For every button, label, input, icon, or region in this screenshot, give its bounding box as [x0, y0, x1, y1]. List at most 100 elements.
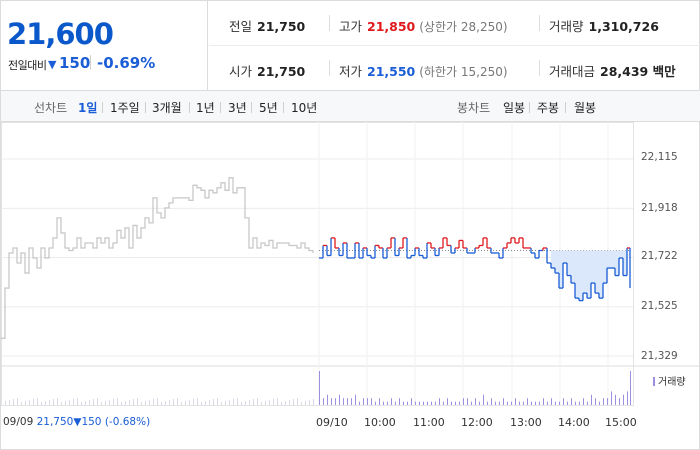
volume-bar — [563, 398, 564, 405]
volume-bar-prev — [161, 402, 162, 405]
volume-bar-prev — [109, 400, 110, 405]
volume-bar — [519, 401, 520, 405]
volume-bar — [343, 398, 344, 405]
volume-bar-prev — [157, 398, 158, 405]
divider — [220, 102, 221, 113]
volume-bar — [591, 394, 592, 405]
tab-period-5y[interactable]: 5년 — [259, 99, 278, 116]
price-summary: 21,600 전일대비 ▼ 150 -0.69% 전일 21,750 고가 21,8… — [1, 1, 700, 91]
volume-bar-prev — [233, 399, 234, 405]
volume-bar — [555, 401, 556, 405]
volume-bar-prev — [69, 400, 70, 405]
volume-bar — [335, 398, 336, 405]
tab-period-3y[interactable]: 3년 — [228, 99, 247, 116]
line-chart-label: 선차트 — [34, 101, 68, 115]
divider — [90, 55, 91, 70]
volume-bar-prev — [17, 398, 18, 405]
volume-bar — [383, 401, 384, 405]
volume-bar-prev — [93, 399, 94, 405]
divider — [539, 15, 540, 31]
tab-period-1d[interactable]: 1일 — [78, 99, 97, 116]
volume-bar-prev — [313, 399, 314, 405]
volume-bar — [583, 398, 584, 405]
volume-bar — [627, 391, 628, 405]
y-tick-label: 21,918 — [641, 202, 678, 214]
tab-period-10y[interactable]: 10년 — [291, 99, 317, 116]
volume-bar — [455, 401, 456, 405]
prev-day-close: 21,750 — [36, 416, 74, 428]
x-tick-label: 15:00 — [605, 416, 637, 429]
volume-bar — [399, 398, 400, 405]
tab-candle-weekly[interactable]: 주봉 — [537, 99, 559, 116]
volume-bar-prev — [237, 398, 238, 405]
volume-bar — [547, 401, 548, 405]
volume-bar-prev — [29, 400, 30, 405]
down-triangle-icon: ▼ — [48, 58, 57, 71]
volume-bar — [423, 401, 424, 405]
volume-bar-prev — [41, 402, 42, 405]
divider — [539, 60, 540, 76]
volume-bar — [347, 398, 348, 405]
volume-bar — [411, 398, 412, 405]
high-label: 고가 — [339, 19, 363, 34]
volume-bar — [567, 401, 568, 405]
volume-bar — [367, 398, 368, 405]
volume-bar-prev — [213, 399, 214, 405]
volume-bar-prev — [301, 402, 302, 405]
tab-period-3m[interactable]: 3개월 — [152, 99, 182, 116]
volume-bar-prev — [137, 398, 138, 405]
tab-period-1y[interactable]: 1년 — [196, 99, 215, 116]
volume-bar — [503, 398, 504, 405]
period-toolbar: 선차트 1일 1주일 3개월 1년 3년 5년 10년 봉차트 일봉 주봉 월봉 — [1, 91, 700, 122]
volume-bar-prev — [265, 401, 266, 405]
volume-bar — [515, 398, 516, 405]
volume-bar — [619, 398, 620, 405]
volume-bar — [535, 401, 536, 405]
volume-bar-prev — [89, 400, 90, 405]
volume-bar-prev — [101, 402, 102, 405]
volume-bar — [355, 394, 356, 405]
volume-bar — [491, 398, 492, 405]
prev-day-date: 09/09 — [3, 416, 34, 428]
open-cell: 시가 21,750 — [229, 61, 305, 80]
volume-bar-prev — [149, 400, 150, 405]
volume-bar — [611, 391, 612, 405]
stock-chart-widget: 21,600 전일대비 ▼ 150 -0.69% 전일 21,750 고가 21,8… — [0, 0, 700, 450]
volume-bar-prev — [209, 400, 210, 405]
lower-limit: (하한가 15,250) — [419, 65, 508, 79]
volume-bar-prev — [113, 399, 114, 405]
current-price-box: 21,600 전일대비 ▼ 150 -0.69% — [1, 1, 208, 91]
x-tick-label: 13:00 — [510, 416, 542, 429]
volume-bar — [579, 401, 580, 405]
x-tick-label: 12:00 — [461, 416, 493, 429]
volume-bar — [359, 401, 360, 405]
volume-bar — [435, 401, 436, 405]
volume-swatch — [653, 377, 655, 386]
current-price: 21,600 — [7, 17, 114, 51]
y-tick-label: 21,722 — [641, 250, 678, 262]
open-label: 시가 — [229, 64, 253, 79]
volume-bar-prev — [121, 402, 122, 405]
volume-bar — [395, 401, 396, 405]
volume-bar — [323, 398, 324, 405]
volume-bar — [319, 371, 320, 405]
volume-bar-prev — [217, 398, 218, 405]
tab-period-1w[interactable]: 1주일 — [110, 99, 140, 116]
tab-candle-daily[interactable]: 일봉 — [503, 99, 525, 116]
x-tick-label: 10:00 — [364, 416, 396, 429]
intraday-chart[interactable]: 22,115 21,918 21,722 21,525 21,329 거래량 0… — [1, 122, 700, 450]
tab-candle-monthly[interactable]: 월봉 — [574, 99, 596, 116]
volume-bar — [587, 401, 588, 405]
volume-bar-prev — [293, 399, 294, 405]
change-value: 150 — [59, 54, 91, 72]
prev-day-price-line — [1, 177, 314, 339]
volume-bar-prev — [281, 402, 282, 405]
prev-close-label: 전일 — [229, 19, 253, 34]
volume-bar-prev — [57, 398, 58, 405]
stats-row-2: 시가 21,750 저가 21,550 (하한가 15,250) 거래대금 28,43… — [209, 46, 700, 91]
volume-bar-prev — [205, 401, 206, 405]
volume-bar — [595, 398, 596, 405]
low-label: 저가 — [339, 64, 363, 79]
upper-limit: (상한가 28,250) — [419, 20, 508, 34]
volume-bar-prev — [249, 400, 250, 405]
